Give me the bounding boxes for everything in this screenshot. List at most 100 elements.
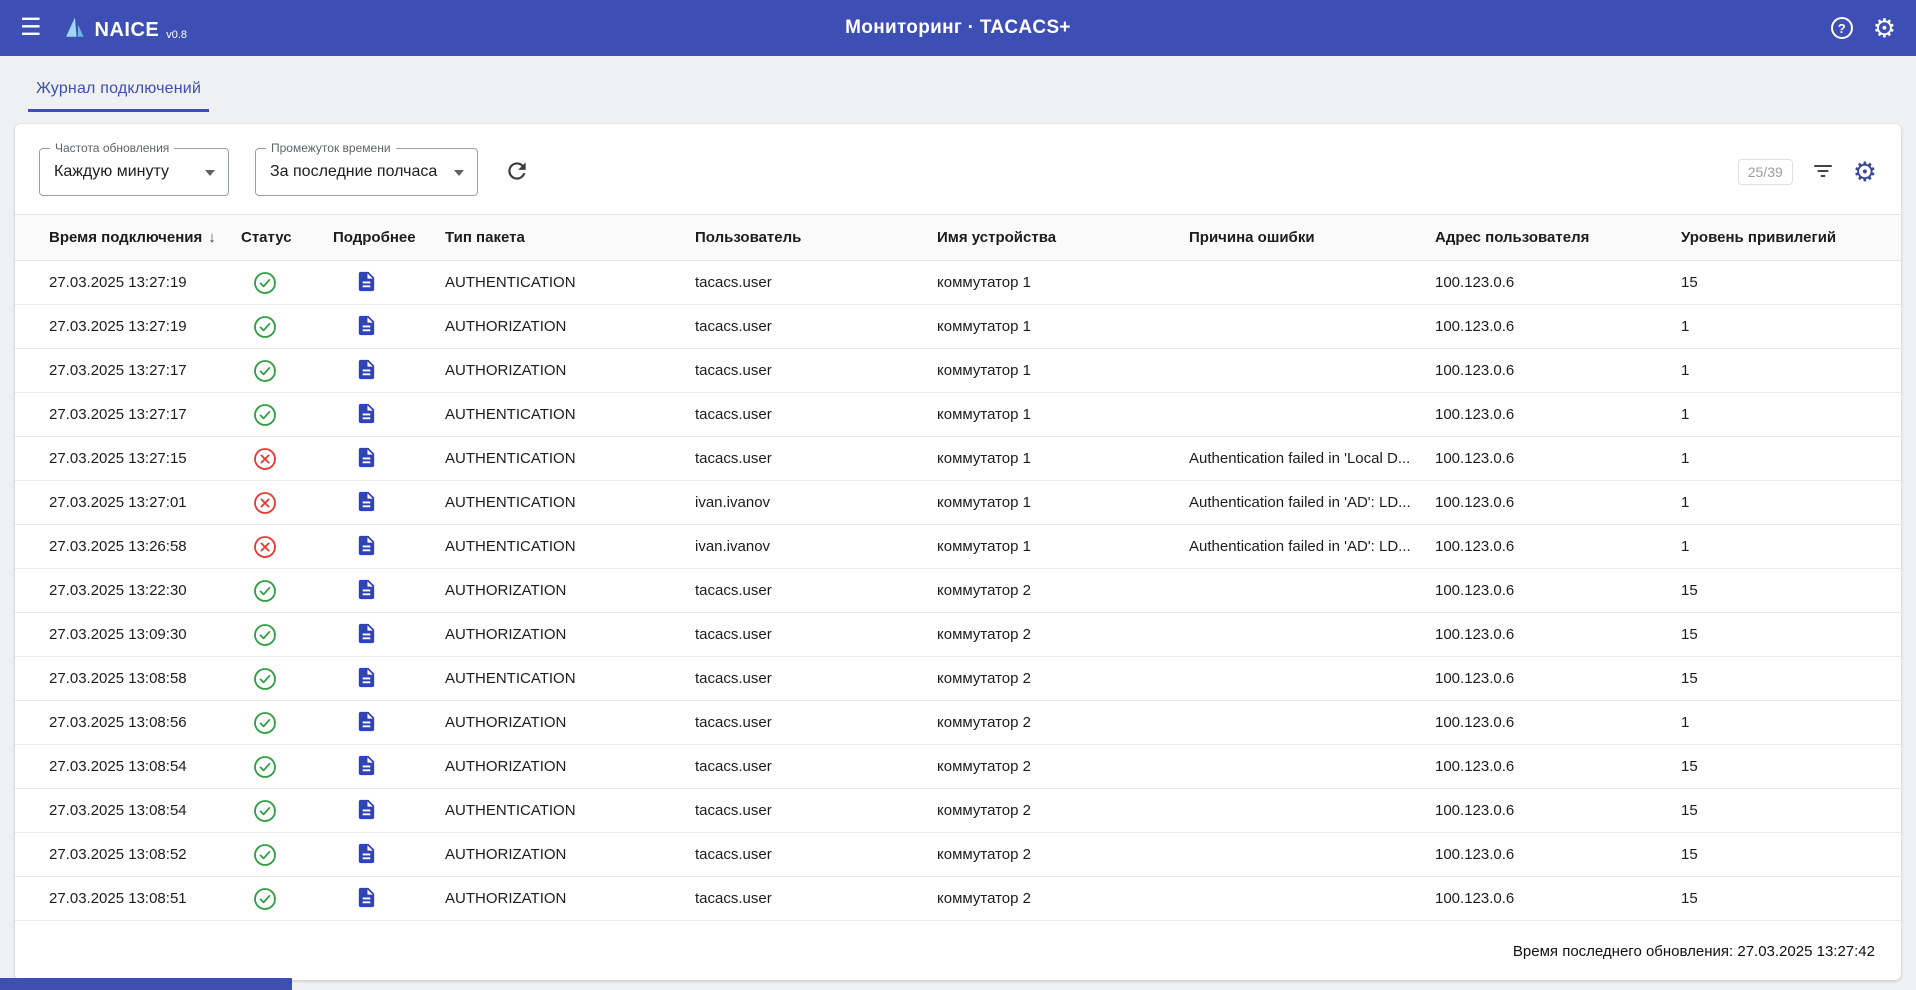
- cell-status: [233, 569, 325, 613]
- refresh-rate-value: Каждую минуту: [54, 163, 169, 181]
- column-header-details[interactable]: Подробнее: [325, 215, 437, 261]
- cell-error: [1181, 349, 1427, 393]
- column-header-error[interactable]: Причина ошибки: [1181, 215, 1427, 261]
- details-button[interactable]: [355, 358, 378, 384]
- column-header-status[interactable]: Статус: [233, 215, 325, 261]
- success-status-icon: [253, 843, 277, 867]
- chevron-down-icon: [454, 170, 464, 176]
- cell-user: tacacs.user: [687, 437, 929, 481]
- filter-button[interactable]: [1811, 159, 1835, 186]
- last-update-text: Время последнего обновления: 27.03.2025 …: [15, 921, 1901, 974]
- page-title: Мониторинг · TACACS+: [845, 17, 1071, 39]
- cell-error: [1181, 789, 1427, 833]
- cell-details: [325, 833, 437, 877]
- cell-device: коммутатор 2: [929, 833, 1181, 877]
- error-status-icon: [253, 491, 277, 515]
- cell-privilege: 15: [1673, 613, 1901, 657]
- success-status-icon: [253, 359, 277, 383]
- cell-status: [233, 745, 325, 789]
- time-range-select[interactable]: Промежуток времени За последние полчаса: [255, 148, 478, 196]
- cell-time: 27.03.2025 13:09:30: [15, 613, 233, 657]
- details-button[interactable]: [355, 578, 378, 604]
- document-icon: [355, 842, 378, 868]
- details-button[interactable]: [355, 886, 378, 912]
- cell-device: коммутатор 2: [929, 789, 1181, 833]
- table-header: Время подключения↓ Статус Подробнее Тип …: [15, 215, 1901, 261]
- cell-time: 27.03.2025 13:08:54: [15, 789, 233, 833]
- cell-address: 100.123.0.6: [1427, 525, 1673, 569]
- cell-packet-type: AUTHORIZATION: [437, 613, 687, 657]
- cell-error: [1181, 393, 1427, 437]
- details-button[interactable]: [355, 622, 378, 648]
- success-status-icon: [253, 623, 277, 647]
- details-button[interactable]: [355, 314, 378, 340]
- cell-packet-type: AUTHENTICATION: [437, 657, 687, 701]
- tab-connection-log[interactable]: Журнал подключений: [28, 70, 209, 112]
- cell-error: [1181, 877, 1427, 921]
- help-icon[interactable]: ?: [1831, 17, 1853, 39]
- cell-status: [233, 393, 325, 437]
- column-header-device[interactable]: Имя устройства: [929, 215, 1181, 261]
- cell-privilege: 15: [1673, 789, 1901, 833]
- chevron-down-icon: [205, 170, 215, 176]
- cell-error: [1181, 701, 1427, 745]
- details-button[interactable]: [355, 710, 378, 736]
- details-button[interactable]: [355, 798, 378, 824]
- refresh-button[interactable]: [504, 158, 530, 187]
- column-header-address[interactable]: Адрес пользователя: [1427, 215, 1673, 261]
- cell-privilege: 1: [1673, 393, 1901, 437]
- hamburger-menu-icon[interactable]: ☰: [20, 16, 42, 40]
- cell-address: 100.123.0.6: [1427, 261, 1673, 305]
- table-row: 27.03.2025 13:22:30 AUTHORIZATION tacacs…: [15, 569, 1901, 613]
- cell-details: [325, 393, 437, 437]
- cell-address: 100.123.0.6: [1427, 393, 1673, 437]
- cell-error: Authentication failed in 'Local D...: [1181, 437, 1427, 481]
- cell-privilege: 15: [1673, 657, 1901, 701]
- connection-log-table: Время подключения↓ Статус Подробнее Тип …: [15, 214, 1901, 921]
- cell-privilege: 15: [1673, 745, 1901, 789]
- column-header-user[interactable]: Пользователь: [687, 215, 929, 261]
- refresh-rate-select[interactable]: Частота обновления Каждую минуту: [39, 148, 229, 196]
- details-button[interactable]: [355, 754, 378, 780]
- table-row: 27.03.2025 13:09:30 AUTHORIZATION tacacs…: [15, 613, 1901, 657]
- document-icon: [355, 446, 378, 472]
- cell-time: 27.03.2025 13:27:17: [15, 393, 233, 437]
- details-button[interactable]: [355, 402, 378, 428]
- cell-device: коммутатор 1: [929, 305, 1181, 349]
- details-button[interactable]: [355, 446, 378, 472]
- cell-privilege: 15: [1673, 833, 1901, 877]
- details-button[interactable]: [355, 490, 378, 516]
- cell-details: [325, 349, 437, 393]
- details-button[interactable]: [355, 666, 378, 692]
- details-button[interactable]: [355, 842, 378, 868]
- sort-desc-icon[interactable]: ↓: [208, 229, 216, 246]
- details-button[interactable]: [355, 534, 378, 560]
- app-logo: NAICE v0.8: [60, 14, 188, 42]
- cell-error: Authentication failed in 'AD': LD...: [1181, 481, 1427, 525]
- column-header-privilege[interactable]: Уровень привилегий: [1673, 215, 1901, 261]
- column-header-packet-type[interactable]: Тип пакета: [437, 215, 687, 261]
- table-row: 27.03.2025 13:27:15 AUTHENTICATION tacac…: [15, 437, 1901, 481]
- cell-user: tacacs.user: [687, 261, 929, 305]
- cell-user: tacacs.user: [687, 745, 929, 789]
- settings-icon[interactable]: ⚙: [1873, 15, 1896, 41]
- cell-address: 100.123.0.6: [1427, 437, 1673, 481]
- cell-user: tacacs.user: [687, 393, 929, 437]
- cell-device: коммутатор 2: [929, 613, 1181, 657]
- table-row: 27.03.2025 13:27:19 AUTHENTICATION tacac…: [15, 261, 1901, 305]
- row-counter: 25/39: [1738, 159, 1793, 185]
- details-button[interactable]: [355, 270, 378, 296]
- document-icon: [355, 798, 378, 824]
- time-range-label: Промежуток времени: [266, 141, 396, 155]
- cell-error: [1181, 745, 1427, 789]
- column-header-time[interactable]: Время подключения↓: [15, 215, 233, 261]
- table-row: 27.03.2025 13:27:17 AUTHORIZATION tacacs…: [15, 349, 1901, 393]
- cell-packet-type: AUTHENTICATION: [437, 481, 687, 525]
- table-settings-icon[interactable]: ⚙: [1853, 159, 1877, 186]
- cell-error: [1181, 833, 1427, 877]
- success-status-icon: [253, 315, 277, 339]
- cell-packet-type: AUTHORIZATION: [437, 877, 687, 921]
- cell-address: 100.123.0.6: [1427, 569, 1673, 613]
- cell-packet-type: AUTHORIZATION: [437, 305, 687, 349]
- cell-time: 27.03.2025 13:08:56: [15, 701, 233, 745]
